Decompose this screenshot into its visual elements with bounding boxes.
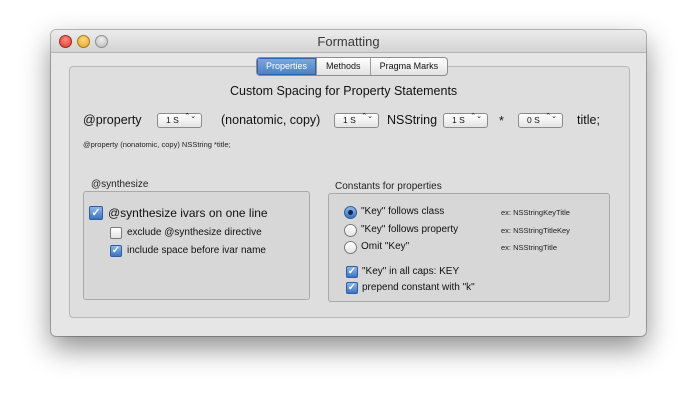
title-bar[interactable]: Formatting bbox=[51, 30, 646, 53]
variable-name-label: title; bbox=[577, 113, 600, 127]
exclude-synthesize-label[interactable]: exclude @synthesize directive bbox=[127, 227, 262, 238]
spacing-stepper-3[interactable]: 1 S ⌃⌄ bbox=[443, 113, 488, 128]
omit-key-example: ex: NSStringTitle bbox=[501, 243, 557, 252]
key-all-caps-checkbox[interactable]: ✓ bbox=[346, 266, 358, 278]
omit-key-label[interactable]: Omit "Key" bbox=[361, 241, 409, 252]
constants-group-label: Constants for properties bbox=[335, 181, 442, 192]
exclude-synthesize-checkbox[interactable] bbox=[110, 227, 122, 239]
property-keyword-label: @property bbox=[83, 113, 142, 127]
tab-pragma-marks[interactable]: Pragma Marks bbox=[369, 58, 448, 75]
omit-key-radio[interactable] bbox=[344, 241, 357, 254]
key-follows-class-radio[interactable] bbox=[344, 206, 357, 219]
asterisk-label: * bbox=[499, 114, 504, 128]
window-title: Formatting bbox=[317, 34, 380, 49]
key-all-caps-label[interactable]: "Key" in all caps: KEY bbox=[362, 266, 459, 277]
radio-dot-icon bbox=[348, 210, 353, 215]
prepend-k-checkbox[interactable]: ✓ bbox=[346, 282, 358, 294]
space-before-ivar-checkbox[interactable]: ✓ bbox=[110, 245, 122, 257]
prepend-k-label[interactable]: prepend constant with "k" bbox=[362, 282, 475, 293]
tab-methods[interactable]: Methods bbox=[316, 58, 370, 75]
spacing-stepper-1[interactable]: 1 S ⌃⌄ bbox=[157, 113, 202, 128]
type-name-label: NSString bbox=[387, 113, 438, 127]
space-before-ivar-label[interactable]: include space before ivar name bbox=[127, 245, 266, 256]
spacing-heading: Custom Spacing for Property Statements bbox=[230, 84, 458, 98]
stepper-value: 1 S bbox=[343, 115, 356, 125]
spacing-preview: @property (nonatomic, copy) NSString *ti… bbox=[83, 140, 231, 149]
stepper-arrows-icon[interactable]: ⌃⌄ bbox=[184, 113, 196, 120]
stepper-value: 0 S bbox=[527, 115, 540, 125]
tab-properties[interactable]: Properties bbox=[257, 58, 317, 75]
formatting-window: Formatting Properties Methods Pragma Mar… bbox=[51, 30, 646, 336]
stepper-arrows-icon[interactable]: ⌃⌄ bbox=[361, 113, 373, 120]
attributes-label: (nonatomic, copy) bbox=[221, 113, 321, 127]
stepper-value: 1 S bbox=[452, 115, 465, 125]
spacing-stepper-2[interactable]: 1 S ⌃⌄ bbox=[334, 113, 379, 128]
key-follows-property-radio[interactable] bbox=[344, 224, 357, 237]
synthesize-group-label: @synthesize bbox=[91, 179, 149, 190]
stepper-value: 1 S bbox=[166, 115, 179, 125]
synthesize-ivars-checkbox[interactable]: ✓ bbox=[89, 206, 103, 220]
key-follows-property-label[interactable]: "Key" follows property bbox=[361, 224, 458, 235]
synthesize-ivars-label[interactable]: @synthesize ivars on one line bbox=[108, 206, 268, 220]
key-follows-property-example: ex: NSStringTitleKey bbox=[501, 226, 570, 235]
key-follows-class-label[interactable]: "Key" follows class bbox=[361, 206, 444, 217]
spacing-stepper-4[interactable]: 0 S ⌃⌄ bbox=[518, 113, 563, 128]
stepper-arrows-icon[interactable]: ⌃⌄ bbox=[545, 113, 557, 120]
tab-bar: Properties Methods Pragma Marks bbox=[256, 57, 449, 76]
stepper-arrows-icon[interactable]: ⌃⌄ bbox=[470, 113, 482, 120]
key-follows-class-example: ex: NSStringKeyTitle bbox=[501, 208, 570, 217]
